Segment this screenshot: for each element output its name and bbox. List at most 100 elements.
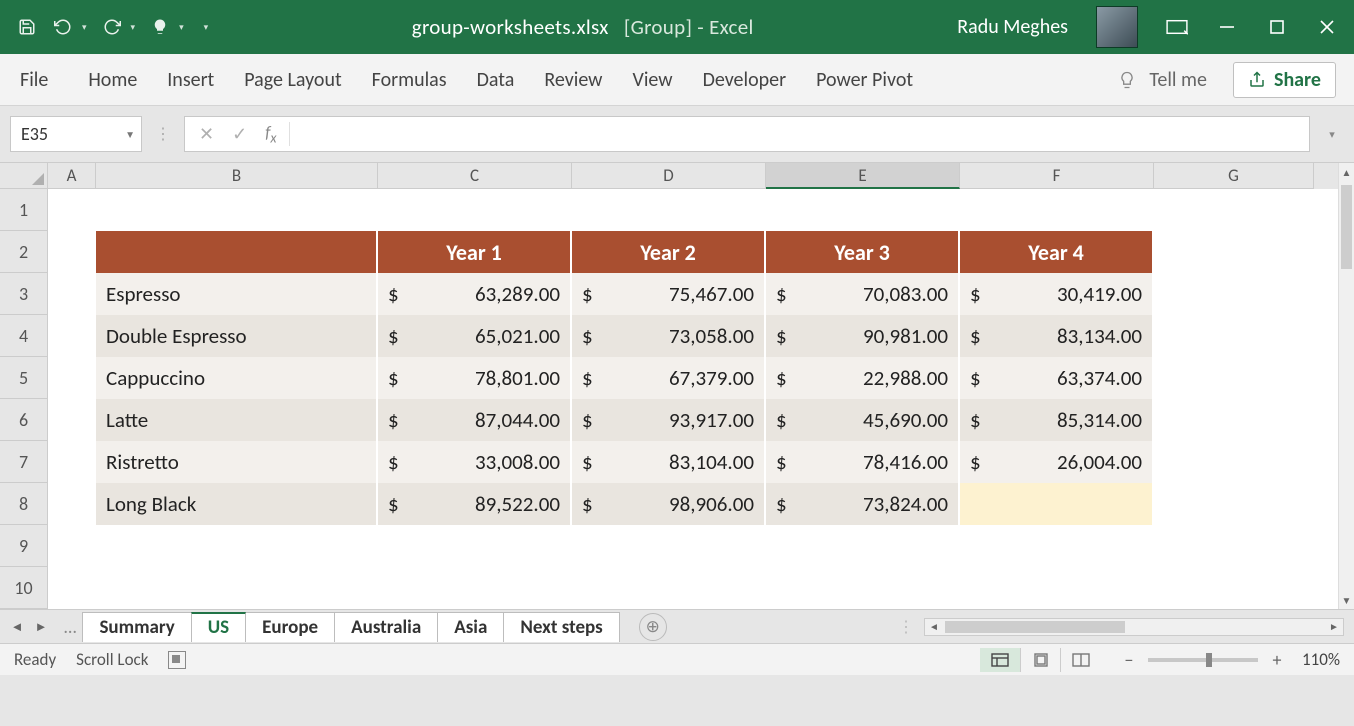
row-header-1[interactable]: 1 — [0, 189, 48, 231]
column-header-E[interactable]: E — [766, 163, 960, 189]
undo-dropdown-icon[interactable]: ▾ — [82, 22, 87, 33]
data-cell[interactable]: $63,374.00 — [960, 357, 1154, 399]
redo-icon[interactable] — [101, 16, 123, 38]
view-page-layout-icon[interactable] — [1020, 648, 1060, 672]
data-cell[interactable]: $73,058.00 — [572, 315, 766, 357]
view-normal-icon[interactable] — [980, 648, 1020, 672]
data-cell[interactable]: $78,416.00 — [766, 441, 960, 483]
row-header-9[interactable]: 9 — [0, 525, 48, 567]
chevron-down-icon[interactable]: ▼ — [125, 128, 135, 141]
column-header-F[interactable]: F — [960, 163, 1154, 189]
namebox-resize-handle[interactable]: ⋮ — [152, 116, 174, 152]
tab-scroll-grip[interactable]: ⋮ — [888, 617, 924, 637]
save-icon[interactable] — [16, 16, 38, 38]
expand-formula-bar-icon[interactable]: ▾ — [1320, 128, 1344, 141]
data-cell[interactable] — [960, 483, 1154, 525]
data-cell[interactable]: $45,690.00 — [766, 399, 960, 441]
tab-developer[interactable]: Developer — [701, 56, 789, 104]
worksheet-grid[interactable]: ABCDEFG 12345678910 Year 1Year 2Year 3Ye… — [0, 163, 1354, 609]
data-cell[interactable]: $98,906.00 — [572, 483, 766, 525]
zoom-out-button[interactable]: − — [1120, 649, 1138, 671]
scroll-up-icon[interactable]: ▲ — [1339, 163, 1354, 181]
tab-data[interactable]: Data — [475, 56, 517, 104]
data-cell[interactable]: $89,522.00 — [378, 483, 572, 525]
row-header-2[interactable]: 2 — [0, 231, 48, 273]
column-header-G[interactable]: G — [1154, 163, 1314, 189]
column-header-C[interactable]: C — [378, 163, 572, 189]
undo-icon[interactable] — [52, 16, 74, 38]
data-cell[interactable]: $83,104.00 — [572, 441, 766, 483]
data-cell[interactable]: $73,824.00 — [766, 483, 960, 525]
close-icon[interactable] — [1316, 16, 1338, 38]
scroll-thumb-vertical[interactable] — [1341, 185, 1352, 269]
data-cell[interactable]: $65,021.00 — [378, 315, 572, 357]
tab-review[interactable]: Review — [542, 56, 604, 104]
cancel-formula-icon[interactable]: ✕ — [199, 123, 214, 145]
sheet-nav-ellipsis[interactable]: … — [58, 616, 82, 638]
sheet-nav-prev-icon[interactable]: ◄ — [8, 619, 26, 635]
user-name[interactable]: Radu Meghes — [957, 15, 1068, 39]
data-cell[interactable]: $63,289.00 — [378, 273, 572, 315]
sheet-tab-asia[interactable]: Asia — [437, 612, 504, 642]
qat-overflow-icon[interactable]: ▾ — [204, 22, 209, 33]
column-header-B[interactable]: B — [96, 163, 378, 189]
row-header-4[interactable]: 4 — [0, 315, 48, 357]
row-label[interactable]: Cappuccino — [96, 357, 378, 399]
select-all-button[interactable] — [0, 163, 48, 189]
row-label[interactable]: Ristretto — [96, 441, 378, 483]
zoom-in-button[interactable]: + — [1268, 649, 1286, 671]
sheet-tab-us[interactable]: US — [191, 612, 246, 642]
view-page-break-icon[interactable] — [1060, 648, 1100, 672]
row-header-8[interactable]: 8 — [0, 483, 48, 525]
sheet-tab-next-steps[interactable]: Next steps — [503, 612, 619, 642]
row-label[interactable]: Double Espresso — [96, 315, 378, 357]
row-header-3[interactable]: 3 — [0, 273, 48, 315]
accept-formula-icon[interactable]: ✓ — [232, 123, 247, 145]
ribbon-display-options-icon[interactable] — [1166, 16, 1188, 38]
row-label[interactable]: Long Black — [96, 483, 378, 525]
formula-bar[interactable]: ✕ ✓ fx — [184, 116, 1310, 152]
data-cell[interactable]: $30,419.00 — [960, 273, 1154, 315]
data-cell[interactable]: $78,801.00 — [378, 357, 572, 399]
sheet-nav-next-icon[interactable]: ► — [32, 619, 50, 635]
sheet-tab-australia[interactable]: Australia — [334, 612, 438, 642]
new-sheet-button[interactable]: ⊕ — [639, 613, 667, 641]
name-box[interactable]: E35 ▼ — [10, 116, 142, 152]
sheet-tab-summary[interactable]: Summary — [82, 612, 191, 642]
zoom-percent[interactable]: 110% — [1296, 649, 1340, 670]
tell-me-search[interactable]: Tell me — [1117, 68, 1207, 92]
qat-customize-icon[interactable]: ▾ — [179, 22, 184, 33]
minimize-icon[interactable] — [1216, 16, 1238, 38]
scroll-right-icon[interactable]: ► — [1325, 620, 1343, 633]
data-cell[interactable]: $90,981.00 — [766, 315, 960, 357]
data-cell[interactable]: $26,004.00 — [960, 441, 1154, 483]
column-header-A[interactable]: A — [48, 163, 96, 189]
data-cell[interactable]: $83,134.00 — [960, 315, 1154, 357]
row-header-5[interactable]: 5 — [0, 357, 48, 399]
data-cell[interactable]: $85,314.00 — [960, 399, 1154, 441]
column-header-D[interactable]: D — [572, 163, 766, 189]
tab-formulas[interactable]: Formulas — [370, 56, 449, 104]
data-cell[interactable]: $67,379.00 — [572, 357, 766, 399]
data-cell[interactable]: $75,467.00 — [572, 273, 766, 315]
row-label[interactable]: Latte — [96, 399, 378, 441]
horizontal-scrollbar[interactable]: ◄ ► — [924, 618, 1344, 636]
data-cell[interactable]: $33,008.00 — [378, 441, 572, 483]
tab-file[interactable]: File — [18, 56, 50, 104]
tab-view[interactable]: View — [630, 56, 674, 104]
scroll-thumb-horizontal[interactable] — [945, 621, 1125, 633]
data-cell[interactable]: $87,044.00 — [378, 399, 572, 441]
macro-recording-icon[interactable] — [168, 651, 186, 669]
tab-insert[interactable]: Insert — [165, 56, 216, 104]
row-header-6[interactable]: 6 — [0, 399, 48, 441]
row-header-7[interactable]: 7 — [0, 441, 48, 483]
row-header-10[interactable]: 10 — [0, 567, 48, 609]
redo-dropdown-icon[interactable]: ▾ — [131, 22, 136, 33]
vertical-scrollbar[interactable]: ▲ ▼ — [1338, 163, 1354, 609]
insert-function-icon[interactable]: fx — [265, 122, 276, 146]
share-button[interactable]: Share — [1233, 62, 1336, 98]
avatar[interactable] — [1096, 6, 1138, 48]
tab-page-layout[interactable]: Page Layout — [242, 56, 343, 104]
zoom-slider[interactable] — [1148, 658, 1258, 662]
tab-home[interactable]: Home — [86, 56, 139, 104]
